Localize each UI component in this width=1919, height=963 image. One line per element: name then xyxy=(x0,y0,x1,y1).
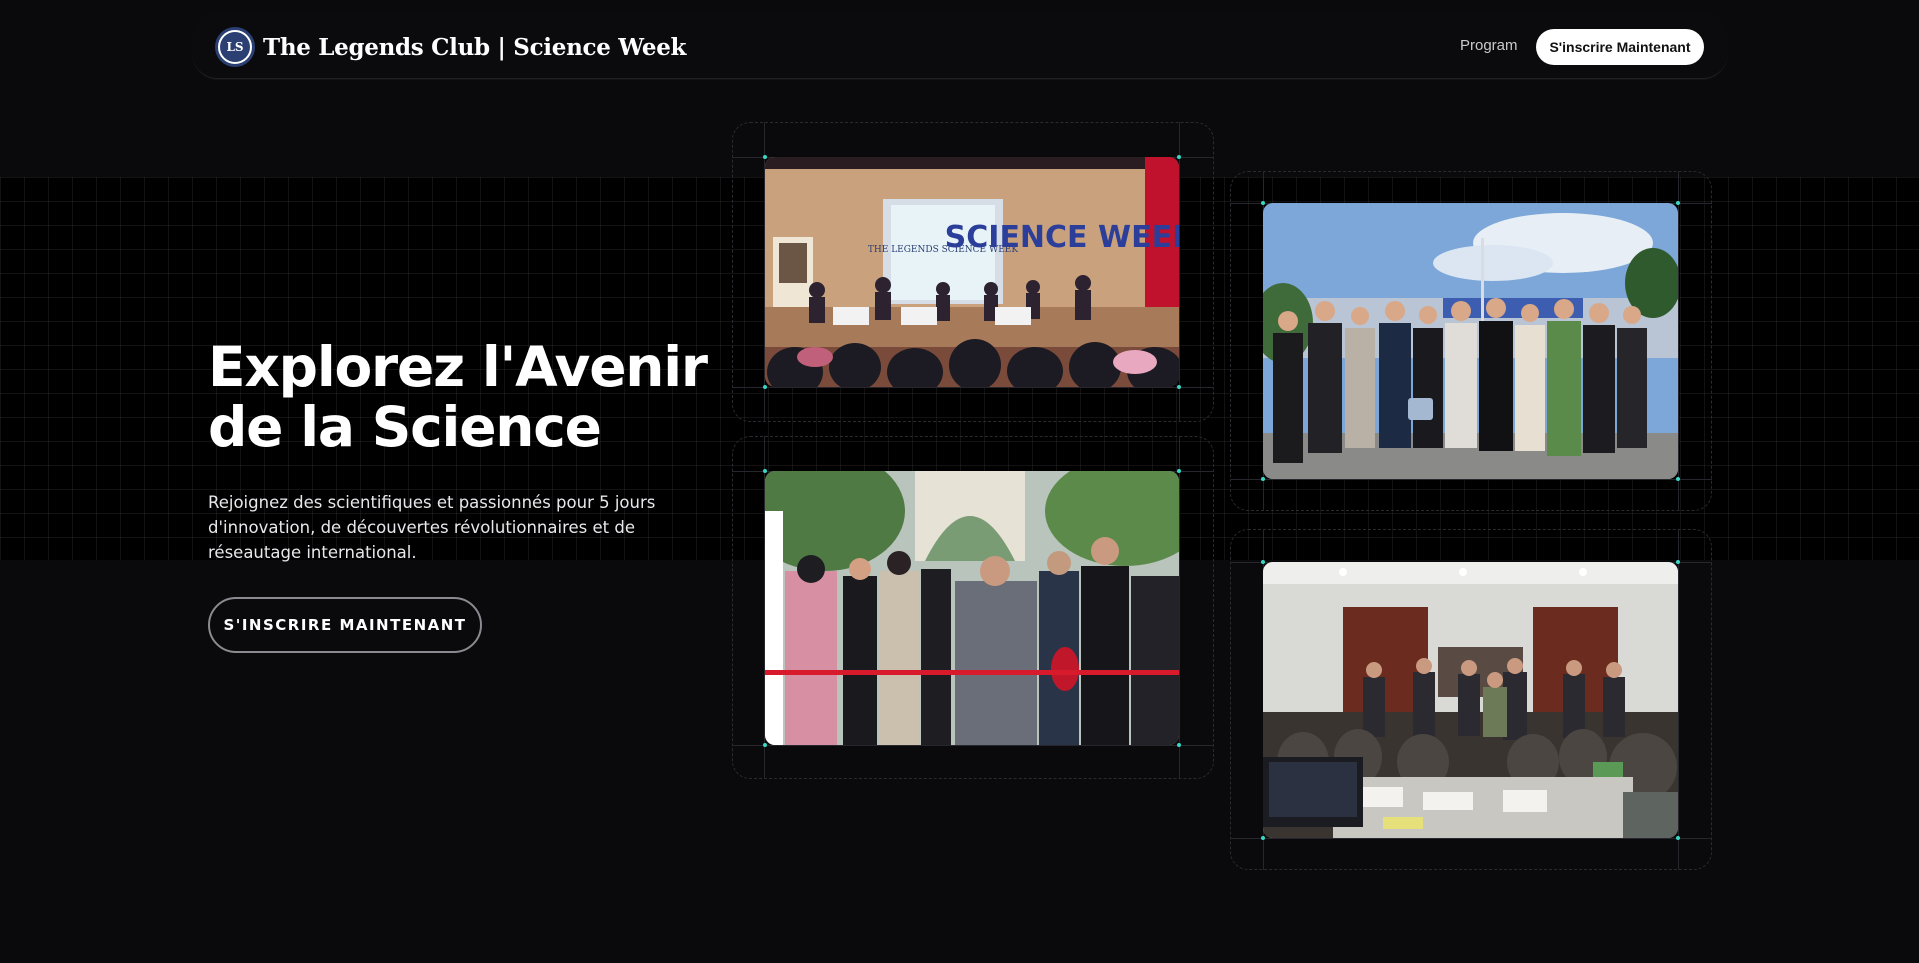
frame-corner-dot xyxy=(1177,385,1181,389)
guide-line xyxy=(732,745,1214,746)
frame-corner-dot xyxy=(1261,836,1265,840)
brand-title: The Legends Club | Science Week xyxy=(263,33,687,61)
banner-text: SCIENCE WEEK xyxy=(945,220,1179,255)
brand[interactable]: LS The Legends Club | Science Week xyxy=(215,27,687,67)
guide-line xyxy=(1230,479,1712,480)
outdoor-group-image-icon xyxy=(1263,203,1678,479)
meeting-room-group-photo[interactable] xyxy=(1263,562,1678,838)
conference-panel-image-icon: THE LEGENDS SCIENCE WEEK SCIENCE WEEK xyxy=(765,157,1179,387)
frame-corner-dot xyxy=(763,385,767,389)
guide-line xyxy=(1678,171,1679,511)
guide-line xyxy=(1678,529,1679,870)
frame-corner-dot xyxy=(1177,469,1181,473)
club-logo-icon: LS xyxy=(215,27,255,67)
frame-corner-dot xyxy=(1177,155,1181,159)
hero-title: Explorez l'Avenir de la Science xyxy=(208,335,708,459)
group-photo-outdoor[interactable] xyxy=(1263,203,1678,479)
frame-corner-dot xyxy=(1261,201,1265,205)
conference-panel-photo[interactable]: THE LEGENDS SCIENCE WEEK SCIENCE WEEK xyxy=(765,157,1179,387)
nav-link-program[interactable]: Program xyxy=(1460,37,1518,54)
logo-monogram: LS xyxy=(220,32,250,62)
guide-line xyxy=(732,387,1214,388)
frame-corner-dot xyxy=(1177,743,1181,747)
guide-line xyxy=(1179,436,1180,779)
frame-corner-dot xyxy=(1676,477,1680,481)
ribbon-cutting-photo[interactable] xyxy=(765,471,1179,745)
navbar: LS The Legends Club | Science Week Progr… xyxy=(192,12,1728,79)
guide-line xyxy=(1179,122,1180,422)
frame-corner-dot xyxy=(1676,201,1680,205)
guide-line xyxy=(1230,838,1712,839)
frame-corner-dot xyxy=(1676,836,1680,840)
frame-corner-dot xyxy=(763,743,767,747)
frame-corner-dot xyxy=(763,155,767,159)
hero-description: Rejoignez des scientifiques et passionné… xyxy=(208,493,656,562)
frame-corner-dot xyxy=(1676,560,1680,564)
frame-corner-dot xyxy=(1261,560,1265,564)
ribbon-cutting-image-icon xyxy=(765,471,1179,745)
hero-register-button[interactable]: S'INSCRIRE MAINTENANT xyxy=(208,597,482,653)
meeting-room-image-icon xyxy=(1263,562,1678,838)
frame-corner-dot xyxy=(1261,477,1265,481)
frame-corner-dot xyxy=(763,469,767,473)
register-button[interactable]: S'inscrire Maintenant xyxy=(1536,29,1704,65)
